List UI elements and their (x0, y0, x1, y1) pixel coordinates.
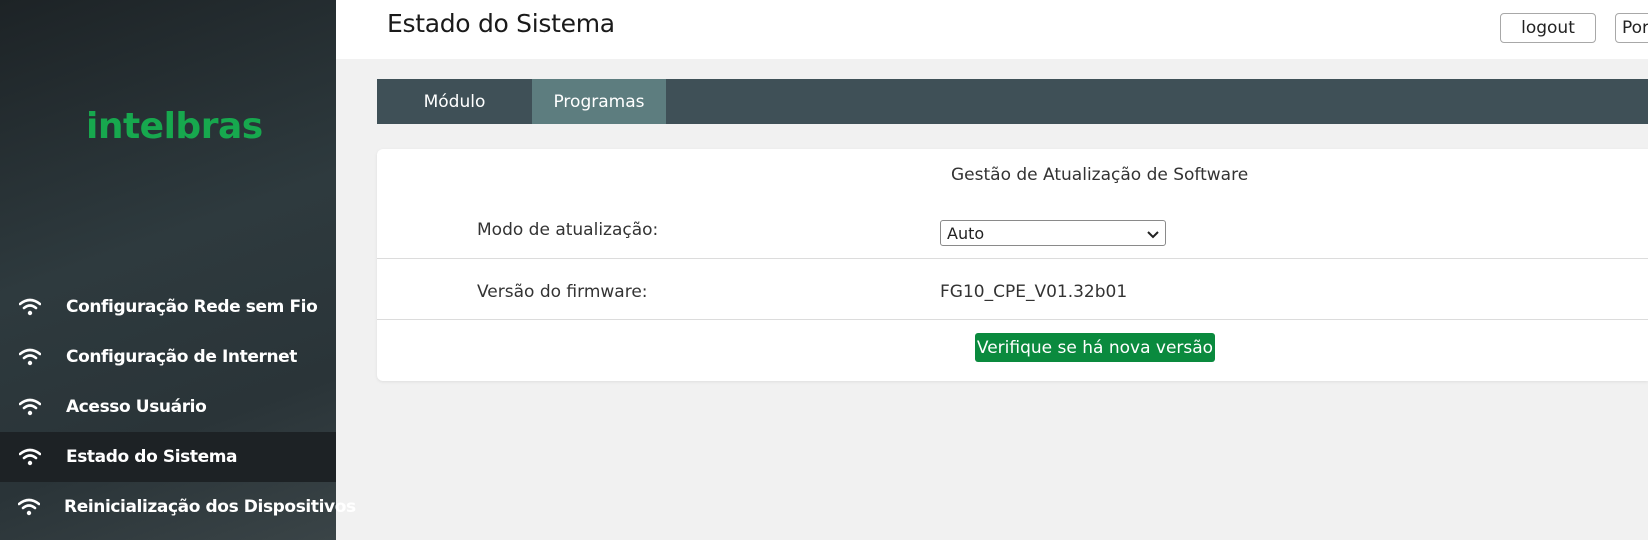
update-mode-label: Modo de atualização: (477, 220, 659, 240)
sidebar: intelbras Configuração Rede sem Fio Conf… (0, 0, 356, 540)
sidebar-item-configuracao-rede-sem-fio[interactable]: Configuração Rede sem Fio (0, 282, 336, 332)
sidebar-nav: Configuração Rede sem Fio Configuração d… (0, 282, 356, 532)
tab-modulo[interactable]: Módulo (377, 79, 532, 124)
check-new-version-button[interactable]: Verifique se há nova versão (975, 333, 1215, 362)
update-mode-select[interactable]: Auto (940, 220, 1166, 246)
wifi-icon (18, 497, 40, 517)
divider (377, 258, 1648, 259)
sidebar-item-configuracao-de-internet[interactable]: Configuração de Internet (0, 332, 336, 382)
tab-bar: Módulo Programas (377, 79, 1648, 124)
software-update-panel: Gestão de Atualização de Software Modo d… (377, 149, 1648, 381)
logout-button[interactable]: logout (1500, 13, 1596, 43)
sidebar-item-label: Configuração Rede sem Fio (66, 297, 318, 317)
sidebar-item-estado-do-sistema[interactable]: Estado do Sistema (0, 432, 336, 482)
divider (377, 319, 1648, 320)
chevron-down-icon (1147, 224, 1159, 243)
wifi-icon (18, 397, 42, 417)
sidebar-item-label: Configuração de Internet (66, 347, 297, 367)
header: Estado do Sistema logout Por (336, 0, 1648, 59)
update-mode-value: Auto (947, 223, 985, 243)
intelbras-logo: intelbras (86, 106, 263, 147)
sidebar-item-label: Estado do Sistema (66, 447, 238, 467)
page-title: Estado do Sistema (387, 9, 615, 38)
firmware-version-value: FG10_CPE_V01.32b01 (940, 282, 1128, 302)
panel-title: Gestão de Atualização de Software (951, 165, 1249, 185)
wifi-icon (18, 347, 42, 367)
sidebar-item-reinicializacao-dos-dispositivos[interactable]: Reinicialização dos Dispositivos (0, 482, 356, 532)
firmware-version-label: Versão do firmware: (477, 282, 648, 302)
tab-programas[interactable]: Programas (532, 79, 666, 124)
sidebar-item-acesso-usuario[interactable]: Acesso Usuário (0, 382, 336, 432)
language-select[interactable]: Por (1615, 13, 1648, 43)
sidebar-item-label: Reinicialização dos Dispositivos (64, 497, 356, 517)
wifi-icon (18, 447, 42, 467)
wifi-icon (18, 297, 42, 317)
sidebar-item-label: Acesso Usuário (66, 397, 207, 417)
